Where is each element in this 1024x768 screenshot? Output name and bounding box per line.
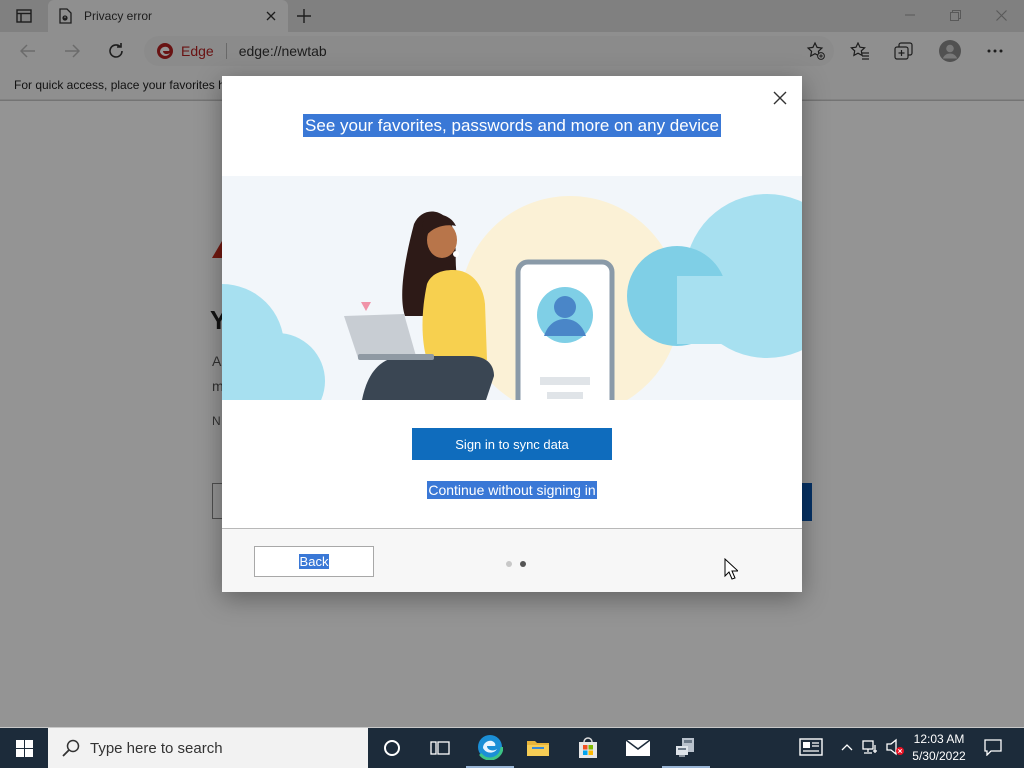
store-icon — [579, 737, 597, 758]
taskbar-edge-button[interactable] — [466, 728, 514, 768]
sync-onboarding-dialog: See your favorites, passwords and more o… — [222, 76, 802, 592]
mouse-cursor-icon — [724, 558, 738, 580]
close-icon — [773, 91, 787, 105]
taskbar-mail-button[interactable] — [614, 728, 662, 768]
taskbar-network-app-button[interactable] — [662, 728, 710, 768]
clock-time: 12:03 AM — [913, 732, 965, 746]
windows-logo-icon — [15, 739, 33, 757]
dialog-footer: Back — [222, 528, 802, 592]
taskbar-file-explorer-button[interactable] — [514, 728, 562, 768]
dialog-back-label: Back — [298, 554, 330, 569]
file-explorer-icon — [527, 741, 549, 756]
dialog-close-button[interactable] — [770, 88, 790, 108]
news-and-interests-icon[interactable] — [798, 736, 824, 758]
action-center-icon[interactable] — [982, 736, 1004, 758]
network-icon[interactable] — [860, 736, 882, 758]
continue-link-row: Continue without signing in — [222, 481, 802, 500]
sign-in-sync-button[interactable]: Sign in to sync data — [412, 428, 612, 460]
volume-muted-icon[interactable] — [884, 736, 906, 758]
task-view-icon — [430, 741, 450, 755]
taskbar-search-box[interactable]: Type here to search — [48, 728, 368, 768]
clock-date: 5/30/2022 — [912, 749, 966, 763]
chevron-up-icon[interactable] — [836, 736, 858, 758]
dialog-heading-text: See your favorites, passwords and more o… — [303, 114, 721, 137]
taskbar-search-placeholder: Type here to search — [90, 739, 223, 757]
edge-icon — [477, 734, 503, 760]
cortana-circle-icon — [384, 740, 400, 756]
start-button[interactable] — [0, 728, 48, 768]
dialog-back-button[interactable]: Back — [254, 546, 374, 577]
continue-without-signing-in-link[interactable]: Continue without signing in — [427, 481, 597, 499]
taskbar-store-button[interactable] — [564, 728, 612, 768]
sync-illustration — [222, 176, 802, 400]
page-indicator-dot-1 — [506, 561, 512, 567]
task-view-button[interactable] — [416, 728, 464, 768]
cortana-button[interactable] — [368, 728, 416, 768]
network-app-icon — [676, 738, 694, 757]
dialog-heading: See your favorites, passwords and more o… — [222, 114, 802, 137]
search-icon — [62, 739, 80, 757]
taskbar-clock[interactable]: 12:03 AM 5/30/2022 — [906, 731, 972, 765]
taskbar: Type here to search 12:03 AM 5/30/2022 — [0, 728, 1024, 768]
mail-icon — [625, 739, 651, 756]
page-indicator-dot-2 — [520, 561, 526, 567]
